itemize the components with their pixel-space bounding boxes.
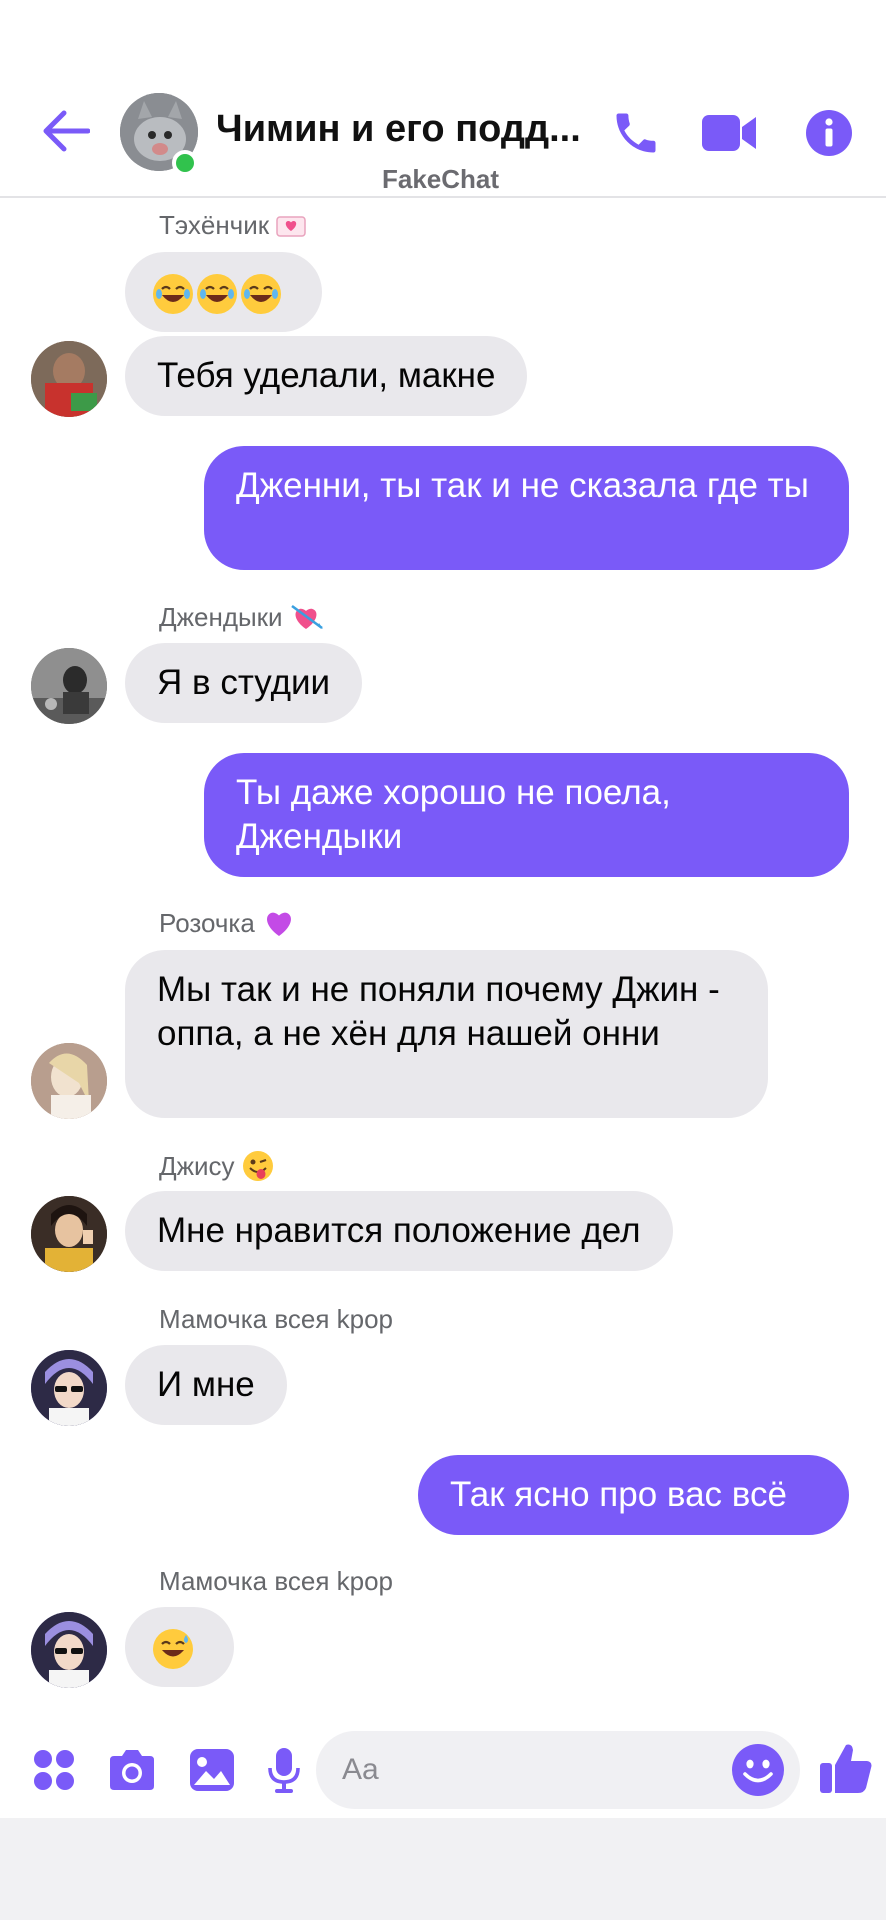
arrow-left-icon (43, 110, 90, 152)
sender-name: Мамочка всея kpop (159, 1304, 394, 1334)
message-text: Так ясно про вас всё (450, 1475, 787, 1514)
message-text: Я в студии (157, 663, 331, 702)
laughing-emoji-icon (197, 273, 237, 314)
messenger-chat-screen: Чимин и его подд... FakeChat Тэхёнчик Те… (0, 0, 886, 1920)
laughing-emoji-icon (153, 273, 193, 314)
message-bubble[interactable]: И мне (125, 1345, 287, 1425)
avatar[interactable] (31, 341, 107, 417)
heart-letter-icon (276, 216, 307, 237)
emoji-picker-button[interactable] (728, 1740, 788, 1800)
avatar[interactable] (31, 1196, 107, 1272)
back-button[interactable] (38, 103, 94, 159)
four-dots-icon (34, 1750, 74, 1790)
chat-subtitle: FakeChat (382, 164, 500, 194)
microphone-icon (268, 1748, 300, 1793)
message-bubble-emoji[interactable] (125, 1607, 234, 1687)
message-text: И мне (157, 1365, 255, 1404)
info-icon (806, 110, 852, 156)
voice-message-button[interactable] (256, 1742, 312, 1798)
message-text: Мне нравится положение дел (157, 1211, 641, 1250)
camera-icon (110, 1750, 154, 1790)
outgoing-message-bubble[interactable]: Так ясно про вас всё (418, 1455, 849, 1535)
chat-header: Чимин и его подд... FakeChat (0, 0, 886, 198)
message-bubble[interactable]: Тебя уделали, макне (125, 336, 528, 416)
message-bubble[interactable]: Мы так и не поняли почему Джин - оппа, а… (125, 950, 768, 1118)
chat-title[interactable]: Чимин и его подд... (216, 108, 588, 151)
camera-button[interactable] (104, 1742, 160, 1798)
gallery-button[interactable] (184, 1742, 240, 1798)
sender-name: Розочка (159, 908, 296, 939)
avatar[interactable] (31, 1612, 107, 1688)
call-button[interactable] (605, 102, 667, 164)
outgoing-message-bubble[interactable]: Ты даже хорошо не поела, Джендыки (204, 753, 849, 877)
sweat-smile-emoji-icon (153, 1628, 193, 1669)
laughing-emoji-icon (241, 273, 281, 314)
sender-name: Тэхёнчик (159, 210, 307, 241)
smiley-icon (732, 1744, 784, 1796)
avatar[interactable] (31, 1043, 107, 1119)
thumbs-up-icon (820, 1744, 872, 1793)
message-text: Ты даже хорошо не поела, Джендыки (236, 773, 671, 856)
info-button[interactable] (798, 102, 860, 164)
system-navigation-area (0, 1818, 886, 1920)
message-text: Тебя уделали, макне (157, 356, 496, 395)
message-text: Дженни, ты так и не сказала где ты (236, 466, 809, 505)
message-bubble-emoji[interactable] (125, 252, 322, 332)
sender-name: Мамочка всея kpop (159, 1566, 394, 1596)
online-status-dot (172, 150, 198, 176)
like-button[interactable] (816, 1738, 876, 1798)
message-bubble[interactable]: Мне нравится положение дел (125, 1191, 673, 1271)
video-camera-icon (702, 115, 756, 151)
heart-with-arrow-icon (291, 604, 323, 630)
message-bubble[interactable]: Я в студии (125, 643, 363, 723)
message-text: Мы так и не поняли почему Джин - оппа, а… (157, 970, 720, 1053)
purple-heart-icon (267, 912, 292, 936)
winking-tongue-emoji-icon (242, 1151, 273, 1181)
avatar[interactable] (31, 648, 107, 724)
phone-icon (616, 113, 656, 153)
image-icon (190, 1749, 234, 1791)
outgoing-message-bubble[interactable]: Дженни, ты так и не сказала где ты (204, 446, 849, 570)
video-call-button[interactable] (698, 102, 760, 164)
apps-button[interactable] (26, 1742, 82, 1798)
sender-name: Джису (159, 1150, 274, 1182)
sender-name: Джендыки (159, 602, 324, 633)
avatar[interactable] (31, 1350, 107, 1426)
